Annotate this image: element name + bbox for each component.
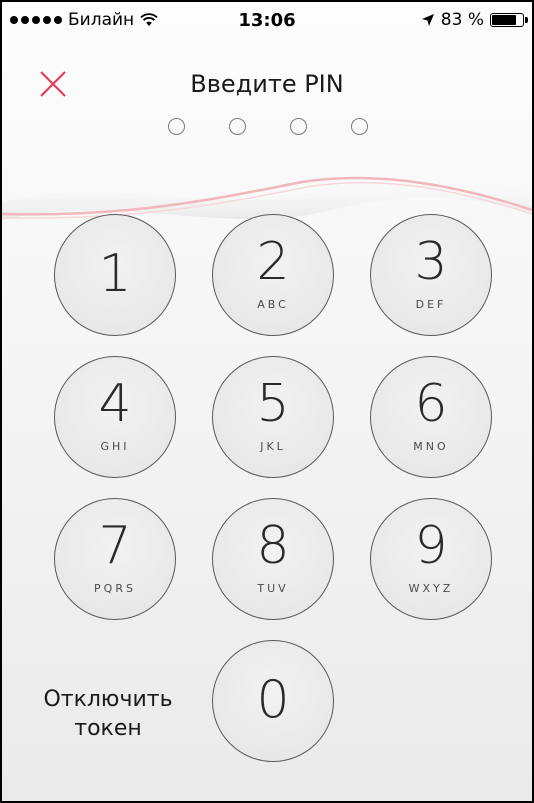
status-right: 83 % bbox=[421, 10, 528, 30]
pin-dot bbox=[168, 118, 185, 135]
battery-percent: 83 % bbox=[440, 10, 484, 30]
key-digit: 0 bbox=[256, 670, 290, 730]
pin-dot bbox=[290, 118, 307, 135]
pin-indicator bbox=[168, 118, 368, 135]
key-7[interactable]: 7 PQRS bbox=[54, 498, 176, 620]
key-letters: PQRS bbox=[94, 582, 136, 595]
key-digit: 7 bbox=[98, 516, 132, 576]
key-5[interactable]: 5 JKL bbox=[212, 356, 334, 478]
status-bar: Билайн 13:06 83 % bbox=[2, 2, 532, 40]
key-1[interactable]: 1 bbox=[54, 214, 176, 336]
key-8[interactable]: 8 TUV bbox=[212, 498, 334, 620]
key-digit: 4 bbox=[98, 374, 132, 434]
key-9[interactable]: 9 WXYZ bbox=[370, 498, 492, 620]
key-6[interactable]: 6 MNO bbox=[370, 356, 492, 478]
battery-level bbox=[492, 15, 516, 25]
key-digit: 5 bbox=[256, 374, 290, 434]
pin-dot bbox=[229, 118, 246, 135]
location-arrow-icon bbox=[421, 14, 434, 26]
key-letters: MNO bbox=[413, 440, 449, 453]
screen: Билайн 13:06 83 % Введите PIN 1 2 ABC 3 … bbox=[2, 2, 532, 801]
battery-icon bbox=[490, 13, 528, 27]
key-digit: 9 bbox=[414, 516, 448, 576]
key-2[interactable]: 2 ABC bbox=[212, 214, 334, 336]
key-letters: WXYZ bbox=[408, 582, 454, 595]
key-digit: 8 bbox=[256, 516, 290, 576]
key-digit: 1 bbox=[98, 244, 132, 304]
key-4[interactable]: 4 GHI bbox=[54, 356, 176, 478]
key-letters: DEF bbox=[415, 298, 447, 311]
disable-token-button[interactable]: Отключить токен bbox=[30, 685, 186, 743]
device-frame: Билайн 13:06 83 % Введите PIN 1 2 ABC 3 … bbox=[0, 0, 534, 803]
key-digit: 2 bbox=[256, 232, 290, 292]
key-letters: GHI bbox=[100, 440, 130, 453]
page-title: Введите PIN bbox=[190, 70, 344, 98]
key-digit: 3 bbox=[414, 232, 448, 292]
key-3[interactable]: 3 DEF bbox=[370, 214, 492, 336]
pin-dot bbox=[351, 118, 368, 135]
key-letters: TUV bbox=[257, 582, 289, 595]
key-letters: JKL bbox=[260, 440, 286, 453]
key-0[interactable]: 0 bbox=[212, 640, 334, 762]
key-letters: ABC bbox=[257, 298, 289, 311]
key-digit: 6 bbox=[414, 374, 448, 434]
